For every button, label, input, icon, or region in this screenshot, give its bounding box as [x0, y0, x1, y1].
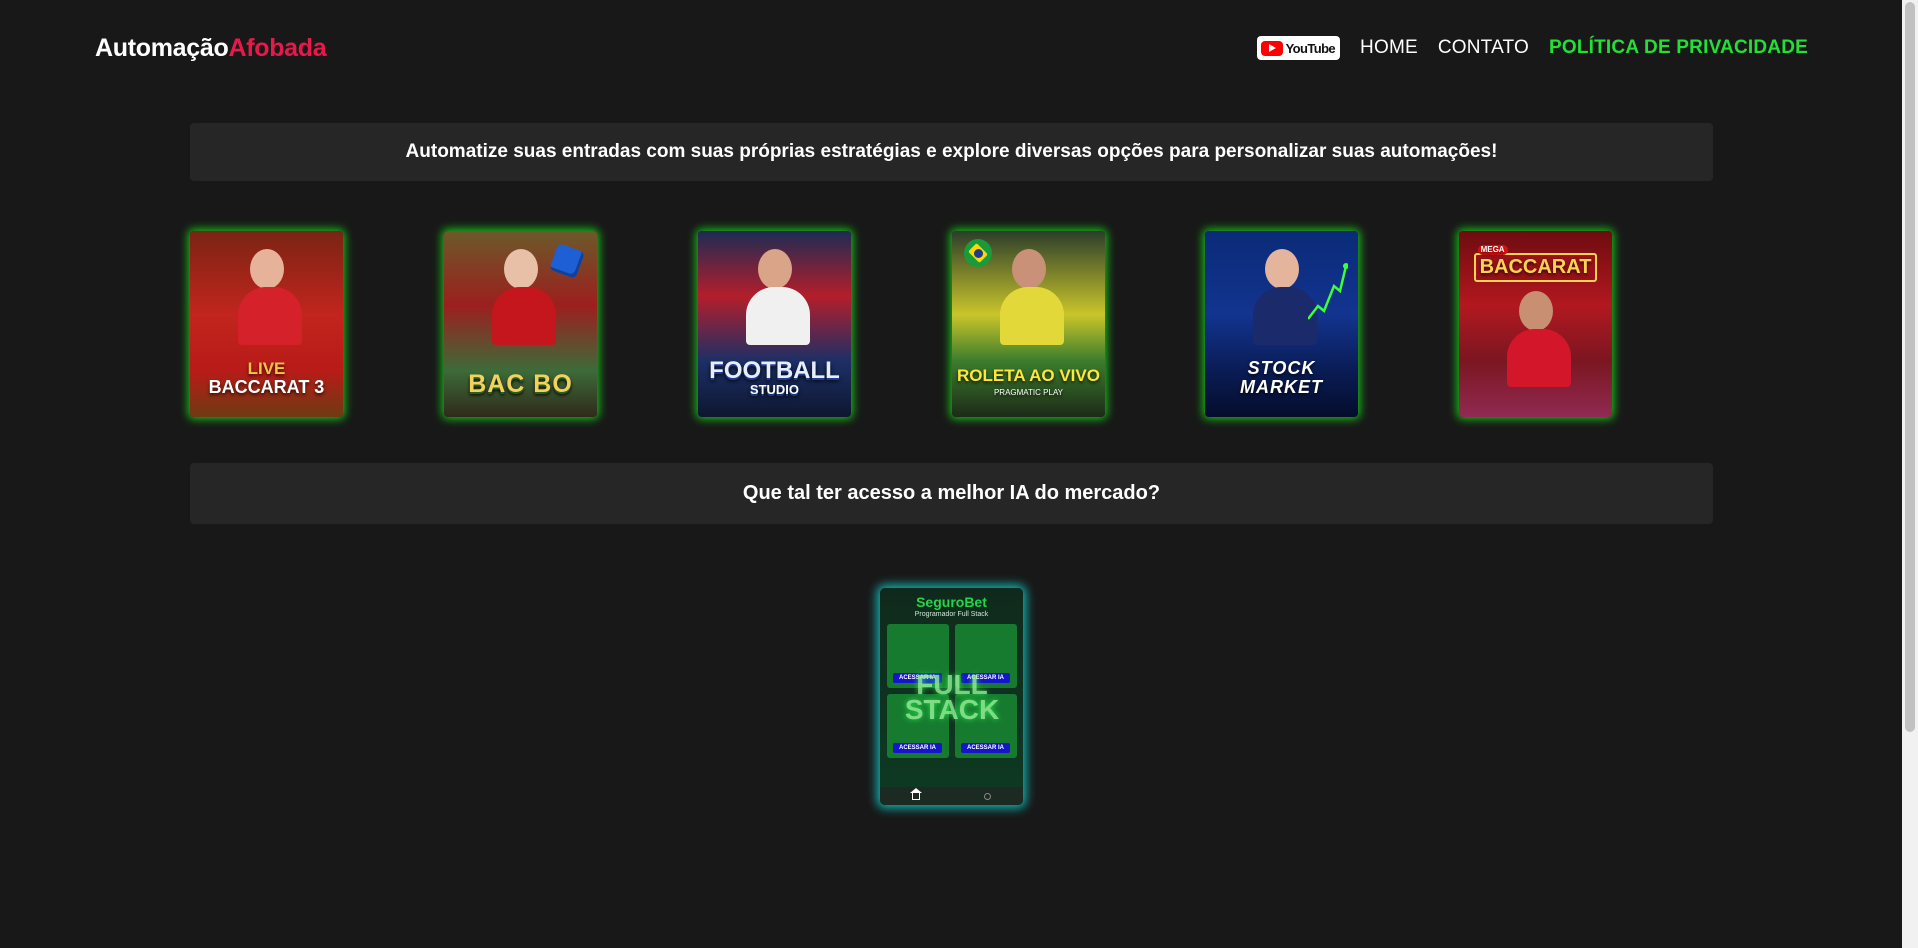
app-brand: SeguroBet — [916, 594, 987, 610]
game-title: ROLETA AO VIVO PRAGMATIC PLAY — [957, 365, 1100, 397]
main-nav: YouTube HOME CONTATO POLÍTICA DE PRIVACI… — [1256, 36, 1808, 60]
intro-banner-text: Automatize suas entradas com suas própri… — [405, 141, 1498, 162]
dealer-image — [237, 249, 302, 345]
logo-text-part1: Automação — [95, 34, 229, 62]
dealer-image — [745, 249, 810, 345]
user-icon — [984, 792, 991, 800]
chart-line-icon — [1308, 263, 1348, 320]
dealer-image — [491, 249, 556, 345]
site-header: AutomaçãoAfobada YouTube HOME CONTATO PO… — [0, 0, 1902, 100]
game-title: LIVE BACCARAT 3 — [208, 359, 325, 398]
youtube-label: YouTube — [1285, 40, 1336, 56]
youtube-link[interactable]: YouTube — [1256, 36, 1341, 60]
site-logo[interactable]: AutomaçãoAfobada — [95, 34, 327, 63]
app-preview-card[interactable]: SeguroBet Programador Full Stack ACESSAR… — [880, 588, 1023, 805]
brazil-flag-icon — [964, 239, 992, 267]
game-title: FOOTBALL STUDIO — [709, 357, 840, 398]
scrollbar-thumb[interactable] — [1905, 2, 1915, 732]
intro-banner: Automatize suas entradas com suas própri… — [190, 123, 1713, 181]
app-overlay-text: FULL STACK — [904, 669, 1000, 726]
dealer-image — [1252, 249, 1317, 345]
game-title: STOCK MARKET — [1240, 358, 1323, 398]
app-access-button: ACESSAR IA — [892, 743, 942, 753]
page-scrollbar[interactable] — [1902, 0, 1918, 948]
nav-privacy-policy[interactable]: POLÍTICA DE PRIVACIDADE — [1549, 37, 1808, 59]
dealer-image — [1506, 291, 1571, 387]
ai-banner: Que tal ter acesso a melhor IA do mercad… — [190, 463, 1713, 524]
ai-banner-text: Que tal ter acesso a melhor IA do mercad… — [742, 482, 1161, 504]
game-title: BAC BO — [468, 369, 573, 398]
logo-text-part2: Afobada — [228, 34, 327, 62]
app-subtitle: Programador Full Stack — [914, 611, 989, 618]
nav-contato[interactable]: CONTATO — [1438, 37, 1529, 59]
game-card-roleta-ao-vivo[interactable]: ROLETA AO VIVO PRAGMATIC PLAY — [952, 231, 1105, 417]
game-card-mega-baccarat[interactable]: MEGA BACCARAT — [1459, 231, 1612, 417]
game-card-bac-bo[interactable]: BAC BO — [444, 231, 597, 417]
nav-home[interactable]: HOME — [1360, 37, 1418, 59]
dice-icon — [549, 243, 585, 279]
game-title: MEGA BACCARAT — [1473, 245, 1598, 282]
game-card-baccarat-3[interactable]: LIVE BACCARAT 3 — [190, 231, 343, 417]
app-bottom-nav — [880, 787, 1023, 805]
app-access-button: ACESSAR IA — [960, 743, 1010, 753]
game-card-stock-market[interactable]: STOCK MARKET — [1205, 231, 1358, 417]
game-card-football-studio[interactable]: FOOTBALL STUDIO — [698, 231, 851, 417]
home-icon — [910, 787, 922, 800]
youtube-play-icon — [1260, 40, 1283, 56]
dealer-image — [999, 249, 1064, 345]
